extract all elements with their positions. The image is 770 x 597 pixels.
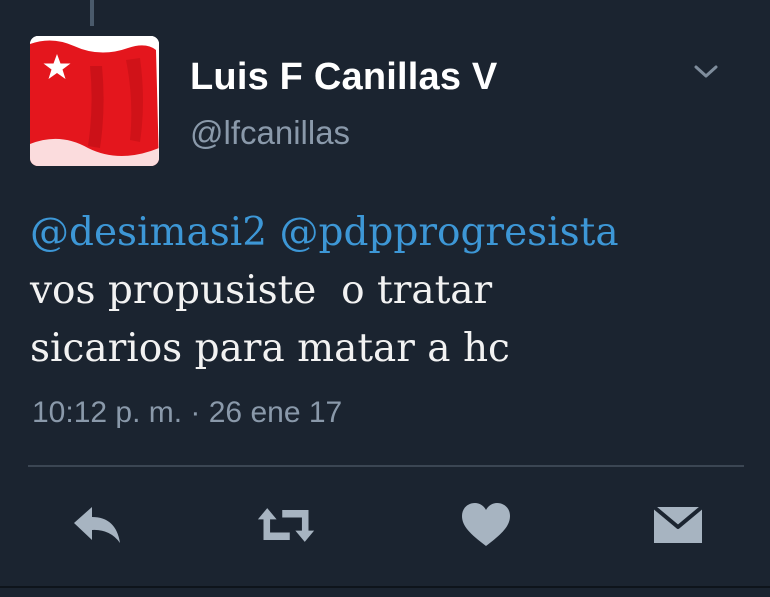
tweet-text-line: sicarios para matar a hc <box>30 326 510 371</box>
red-flag-icon <box>30 36 159 166</box>
direct-message-button[interactable] <box>648 500 708 550</box>
mentions-line: @desimasi2 @pdpprogresista <box>30 204 750 262</box>
author-display-name[interactable]: Luis F Canillas V <box>190 56 497 99</box>
tweet-timestamp[interactable]: 10:12 p. m. · 26 ene 17 <box>32 396 342 430</box>
chevron-down-icon <box>694 65 718 78</box>
tweet-text: @desimasi2 @pdpprogresista vos propusist… <box>30 204 750 378</box>
retweet-icon <box>257 508 315 542</box>
tweet-text-line: vos propusiste o tratar <box>30 268 493 313</box>
bottom-border <box>0 586 770 588</box>
envelope-icon <box>652 505 704 543</box>
author-handle[interactable]: @lfcanillas <box>190 114 350 152</box>
retweet-button[interactable] <box>256 500 316 550</box>
reply-icon <box>74 507 120 543</box>
divider <box>28 465 744 467</box>
tweet-menu-button[interactable] <box>690 60 722 84</box>
avatar[interactable] <box>30 36 159 166</box>
thread-connector-line <box>90 0 94 26</box>
reply-button[interactable] <box>68 500 128 550</box>
like-button[interactable] <box>456 500 516 550</box>
heart-icon <box>462 503 510 546</box>
mention-link[interactable]: @pdpprogresista <box>279 210 618 255</box>
mention-link[interactable]: @desimasi2 <box>30 210 267 255</box>
